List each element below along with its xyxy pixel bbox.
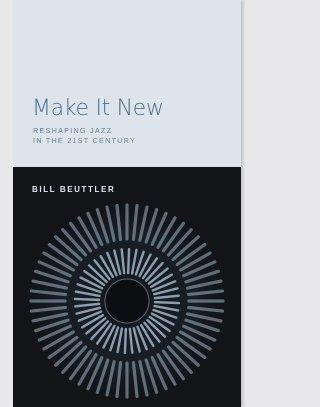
subtitle-line-2: IN THE 21ST CENTURY (33, 136, 137, 145)
radial-rings-artwork-icon (27, 201, 227, 401)
art-spoke (73, 297, 101, 302)
art-spoke (153, 300, 181, 305)
art-spoke (123, 327, 128, 355)
author-name: BILL BEUTTLER (32, 185, 116, 194)
page: Make It New RESHAPING JAZZ IN THE 21ST C… (0, 0, 251, 407)
subtitle-line-1: RESHAPING JAZZ (33, 126, 113, 135)
book-title: Make It New (32, 96, 164, 121)
book-cover: Make It New RESHAPING JAZZ IN THE 21ST C… (13, 0, 241, 407)
cover-top-panel: Make It New RESHAPING JAZZ IN THE 21ST C… (13, 0, 241, 167)
cover-bottom-panel: BILL BEUTTLER (13, 167, 241, 407)
art-center (104, 278, 150, 324)
book-subtitle: RESHAPING JAZZ IN THE 21ST CENTURY (33, 126, 136, 146)
art-spoke (126, 247, 131, 275)
